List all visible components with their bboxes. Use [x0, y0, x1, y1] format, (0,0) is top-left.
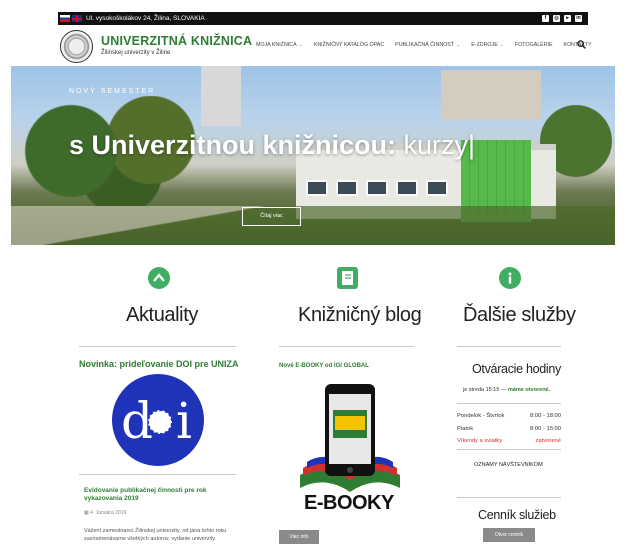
- blog-column-title: Knižničný blog: [298, 304, 422, 326]
- divider: [457, 346, 561, 347]
- blog-post-title[interactable]: Nové E-BOOKY od IGI GLOBAL: [279, 363, 369, 369]
- divider: [79, 346, 236, 347]
- chevron-down-icon: ⌄: [298, 42, 303, 48]
- instagram-icon[interactable]: ◎: [553, 15, 560, 22]
- opening-status-value: máme otvorené.: [507, 387, 551, 393]
- nav-item-fotogalerie[interactable]: FOTOGALÉRIE: [515, 42, 553, 48]
- chevron-up-icon: [153, 273, 165, 282]
- news-post-title[interactable]: Novinka: prideľovanie DOI pre UNIZA: [79, 359, 239, 369]
- language-switcher: [60, 15, 82, 22]
- university-seal-logo[interactable]: [60, 30, 93, 63]
- hours-row: Víkendy a sviatky zatvorené: [457, 438, 561, 444]
- hero-kicker: NOVÝ SEMESTER: [69, 88, 156, 95]
- price-list-title: Cenník služieb: [478, 508, 556, 522]
- opening-hours-title: Otváracie hodiny: [472, 362, 561, 376]
- nav-item-moja-kniznica[interactable]: MOJA KNIŽNICA ⌄: [256, 42, 303, 48]
- price-list-button[interactable]: Otvor cenník: [483, 528, 535, 542]
- nav-item-label: E-ZDROJE: [471, 42, 498, 48]
- address-text: Ul. vysokoškolákov 24, Žilina, SLOVAKIA: [86, 15, 205, 22]
- nav-item-katalog-opac[interactable]: KNIŽNIČNÝ KATALÓG OPAC: [314, 42, 384, 48]
- hero-headline-bold: s Univerzitnou knižnicou:: [69, 130, 397, 160]
- flag-gb-icon[interactable]: [72, 15, 82, 22]
- notices-link[interactable]: OZNAMY NÁVŠTEVNÍKOM: [474, 462, 543, 468]
- hours-day: Víkendy a sviatky: [457, 438, 503, 444]
- hours-time: 8:00 - 18:00: [530, 413, 561, 419]
- hero-slider: NOVÝ SEMESTER s Univerzitnou knižnicou: …: [11, 66, 615, 245]
- hero-read-more-button[interactable]: Čítaj viac: [242, 207, 301, 226]
- news-column-title: Aktuality: [126, 304, 198, 326]
- nav-item-publikacna-cinnost[interactable]: PUBLIKAČNÁ ČINNOSŤ ⌄: [395, 42, 460, 48]
- opening-status-prefix: je streda 15:15 —: [463, 387, 508, 393]
- nav-item-e-zdroje[interactable]: E-ZDROJE ⌄: [471, 42, 504, 48]
- opening-status: je streda 15:15 — máme otvorené.: [463, 387, 550, 393]
- hours-time: zatvorené: [535, 438, 561, 444]
- divider: [457, 497, 561, 498]
- flag-sk-icon[interactable]: [60, 15, 70, 22]
- social-links: f ◎ ▸ in: [542, 15, 582, 22]
- news-column-icon: [148, 267, 170, 289]
- news-post-date: ▦ 4. Januára 2019: [84, 510, 126, 516]
- news-post-excerpt: Vážení zamestnanci Žilinskej univerzity,…: [84, 528, 227, 542]
- hero-photo-path: [11, 206, 615, 245]
- hero-headline: s Univerzitnou knižnicou: kurzy|: [69, 130, 475, 161]
- nav-item-label: FOTOGALÉRIE: [514, 42, 553, 48]
- hero-photo-building: [441, 70, 541, 120]
- chevron-down-icon: ⌄: [456, 42, 461, 48]
- divider: [457, 449, 561, 450]
- hours-day: Pondelok - Štvrtok: [457, 413, 505, 419]
- info-icon: [499, 267, 521, 289]
- main-nav: MOJA KNIŽNICA ⌄ KNIŽNIČNÝ KATALÓG OPAC PU…: [256, 42, 592, 48]
- youtube-icon[interactable]: ▸: [564, 15, 571, 22]
- blog-more-button[interactable]: Viac info: [279, 530, 319, 544]
- services-column-title: Ďalšie služby: [463, 304, 576, 326]
- chevron-down-icon: ⌄: [499, 42, 504, 48]
- divider: [279, 346, 414, 347]
- news-post-date-text: 4. Januára 2019: [90, 510, 127, 516]
- ebook-image-label: E-BOOKY: [304, 492, 394, 514]
- book-icon: [337, 267, 358, 289]
- brand-subtitle: Žilinskej univerzity v Žiline: [101, 50, 171, 56]
- linkedin-icon[interactable]: in: [575, 15, 582, 22]
- hours-row: Piatok 8:00 - 15:00: [457, 426, 561, 432]
- nav-item-label: KNIŽNIČNÝ KATALÓG OPAC: [313, 42, 385, 48]
- facebook-icon[interactable]: f: [542, 15, 549, 22]
- nav-item-label: MOJA KNIŽNICA: [256, 42, 297, 48]
- nav-item-label: PUBLIKAČNÁ ČINNOSŤ: [395, 42, 455, 48]
- hours-row: Pondelok - Štvrtok 8:00 - 18:00: [457, 413, 561, 419]
- brand-title[interactable]: UNIVERZITNÁ KNIŽNICA: [101, 34, 252, 48]
- hours-day: Piatok: [457, 426, 474, 432]
- hero-headline-typed: kurzy|: [396, 130, 476, 160]
- doi-logo-image[interactable]: di: [112, 374, 204, 466]
- divider: [79, 474, 236, 475]
- top-bar: Ul. vysokoškolákov 24, Žilina, SLOVAKIA …: [58, 12, 588, 25]
- news-post-title[interactable]: Evidovanie publikačnej činnosti pre rok …: [84, 487, 234, 503]
- divider: [457, 403, 561, 404]
- hours-time: 8:00 - 15:00: [530, 426, 561, 432]
- search-icon[interactable]: [577, 40, 586, 49]
